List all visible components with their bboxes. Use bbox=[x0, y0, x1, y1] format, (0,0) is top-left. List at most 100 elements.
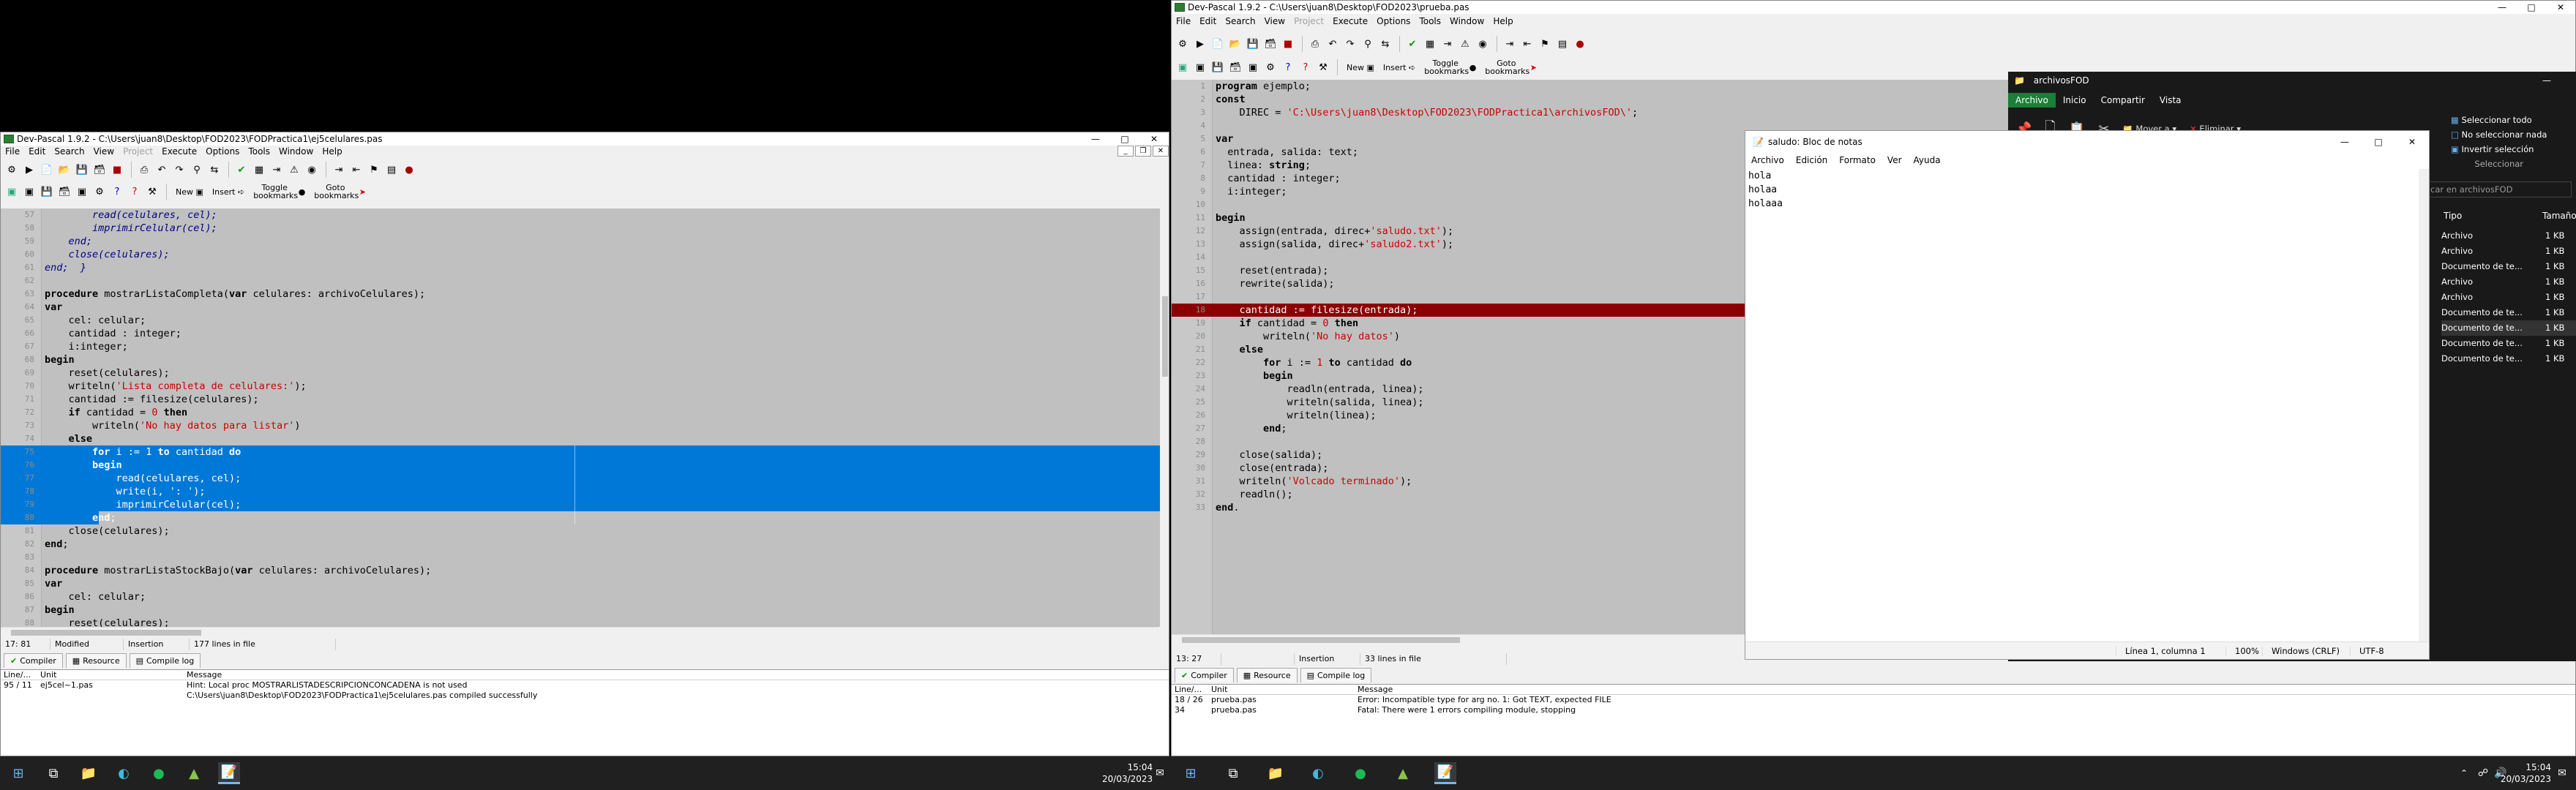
file-explorer-icon[interactable]: 📁 bbox=[78, 762, 100, 784]
settings-icon[interactable]: ⚙ bbox=[91, 184, 108, 200]
list-item[interactable]: Archivo 1 KB bbox=[2441, 274, 2576, 290]
indent-icon[interactable]: ⇥ bbox=[1502, 36, 1518, 52]
bookmark-icon[interactable]: ⚑ bbox=[366, 162, 382, 178]
insert-button[interactable]: Insert ➪ bbox=[212, 188, 244, 196]
list-item[interactable]: Archivo 1 KB bbox=[2441, 228, 2576, 244]
save-all-icon[interactable]: 🗃 bbox=[1227, 59, 1243, 75]
help-icon[interactable]: ? bbox=[1280, 59, 1296, 75]
message-row[interactable]: 95 / 11 ej5cel~1.pas Hint: Local proc MO… bbox=[1, 680, 1169, 691]
about-icon[interactable]: ? bbox=[1298, 59, 1314, 75]
tab-resource[interactable]: ▦ Resource bbox=[1236, 668, 1298, 682]
task-view-icon[interactable]: ⧉ bbox=[42, 762, 64, 784]
run-icon[interactable]: ▶ bbox=[21, 162, 37, 178]
find-icon[interactable]: ⚲ bbox=[189, 162, 205, 178]
debug-watch-icon[interactable]: ◉ bbox=[1475, 36, 1491, 52]
save-all-icon[interactable]: 🗃 bbox=[1262, 36, 1278, 52]
tools-icon[interactable]: ⚒ bbox=[144, 184, 160, 200]
ribbon-tab-archivo[interactable]: Archivo bbox=[2008, 93, 2056, 108]
menu-file[interactable]: File bbox=[1, 146, 24, 157]
find-icon[interactable]: ⚲ bbox=[1360, 36, 1376, 52]
undo-icon[interactable]: ↶ bbox=[1325, 36, 1341, 52]
menu-archivo[interactable]: Archivo bbox=[1745, 155, 1790, 165]
options-icon[interactable]: ▦ bbox=[251, 162, 267, 178]
notepad-text-area[interactable]: hola holaa holaaa bbox=[1748, 169, 1783, 211]
notification-icon[interactable]: ✉ bbox=[1149, 762, 1171, 784]
list-item[interactable]: Documento de te... 1 KB bbox=[2441, 320, 2576, 336]
menu-project[interactable]: Project bbox=[1289, 16, 1328, 26]
goto-line-icon[interactable]: ▤ bbox=[1554, 36, 1570, 52]
unindent-icon[interactable]: ⇤ bbox=[348, 162, 364, 178]
step-icon[interactable]: ⇥ bbox=[1439, 36, 1456, 52]
close-file-icon[interactable]: ■ bbox=[1280, 36, 1296, 52]
invert-selection-button[interactable]: ▣ Invertir selección bbox=[2451, 142, 2547, 157]
close-button[interactable]: ✕ bbox=[2546, 1, 2575, 14]
menu-ayuda[interactable]: Ayuda bbox=[1908, 155, 1947, 165]
save-icon[interactable]: 💾 bbox=[39, 184, 55, 200]
message-row[interactable]: 34 prueba.pas Fatal: There were 1 errors… bbox=[1172, 705, 2575, 715]
task-view-icon[interactable]: ⧉ bbox=[1222, 762, 1244, 784]
message-row[interactable]: 18 / 26 prueba.pas Error: Incompatible t… bbox=[1172, 695, 2575, 705]
save-icon[interactable]: 💾 bbox=[1245, 36, 1261, 52]
redo-icon[interactable]: ↷ bbox=[171, 162, 187, 178]
unindent-icon[interactable]: ⇤ bbox=[1519, 36, 1535, 52]
redo-icon[interactable]: ↷ bbox=[1342, 36, 1358, 52]
check-icon[interactable]: ✔ bbox=[233, 162, 250, 178]
close-button[interactable]: ✕ bbox=[1139, 132, 1169, 146]
menu-project[interactable]: Project bbox=[119, 146, 157, 157]
menu-edit[interactable]: Edit bbox=[24, 146, 50, 157]
open-file-icon[interactable]: 📂 bbox=[56, 162, 72, 178]
mdi-restore-button[interactable]: ❐ bbox=[1135, 146, 1151, 157]
notification-icon[interactable]: ✉ bbox=[2551, 762, 2573, 784]
ribbon-tab-vista[interactable]: Vista bbox=[2152, 93, 2189, 108]
minimize-button[interactable]: — bbox=[2328, 137, 2362, 147]
mdi-minimize-button[interactable]: _ bbox=[1117, 146, 1134, 157]
tab-compile-log[interactable]: ▤ Compile log bbox=[129, 653, 201, 668]
list-item[interactable]: Archivo 1 KB bbox=[2441, 244, 2576, 259]
options-icon[interactable]: ▣ bbox=[21, 184, 37, 200]
save-icon[interactable]: 💾 bbox=[74, 162, 90, 178]
menu-execute[interactable]: Execute bbox=[157, 146, 201, 157]
list-item[interactable]: Documento de te... 1 KB bbox=[2441, 259, 2576, 274]
horizontal-scrollbar[interactable] bbox=[1, 627, 1158, 637]
menu-formato[interactable]: Formato bbox=[1833, 155, 1882, 165]
minimize-button[interactable]: — bbox=[2487, 1, 2517, 14]
maximize-button[interactable]: □ bbox=[1110, 132, 1139, 146]
stop-icon[interactable]: ● bbox=[401, 162, 417, 178]
col-line[interactable]: Line/... bbox=[1, 670, 37, 680]
stop-icon[interactable]: ● bbox=[1572, 36, 1588, 52]
vertical-scrollbar[interactable] bbox=[2419, 169, 2429, 642]
edge-icon[interactable]: ◐ bbox=[1307, 762, 1329, 784]
close-file-icon[interactable]: ▣ bbox=[1245, 59, 1261, 75]
options-icon[interactable]: ▦ bbox=[1422, 36, 1438, 52]
step-icon[interactable]: ⇥ bbox=[269, 162, 285, 178]
debug-icon[interactable]: ⚠ bbox=[286, 162, 302, 178]
tools-icon[interactable]: ⚒ bbox=[1315, 59, 1331, 75]
menu-tools[interactable]: Tools bbox=[1415, 16, 1445, 26]
new-button[interactable]: New ▣ bbox=[176, 188, 203, 196]
col-unit[interactable]: Unit bbox=[1208, 685, 1355, 694]
print-icon[interactable]: ⎙ bbox=[136, 162, 152, 178]
list-item[interactable]: Documento de te... 1 KB bbox=[2441, 305, 2576, 320]
tab-compiler[interactable]: ✔ Compiler bbox=[1175, 668, 1234, 682]
save-icon[interactable]: 💾 bbox=[1210, 59, 1226, 75]
new-button[interactable]: New ▣ bbox=[1347, 64, 1374, 72]
devpascal-icon[interactable]: ▲ bbox=[183, 762, 205, 784]
edge-icon[interactable]: ◐ bbox=[113, 762, 135, 784]
menu-window[interactable]: Window bbox=[274, 146, 318, 157]
menu-options[interactable]: Options bbox=[201, 146, 244, 157]
ribbon-tab-compartir[interactable]: Compartir bbox=[2094, 93, 2152, 108]
goto-bookmarks-button[interactable]: Goto bookmarks ➤ bbox=[314, 184, 366, 200]
spotify-icon[interactable]: ● bbox=[1349, 762, 1371, 784]
close-file-icon[interactable]: ■ bbox=[109, 162, 125, 178]
debug-watch-icon[interactable]: ◉ bbox=[304, 162, 320, 178]
ribbon-tab-inicio[interactable]: Inicio bbox=[2056, 93, 2094, 108]
compile-icon[interactable]: ⚙ bbox=[4, 162, 20, 178]
open-file-icon[interactable]: 📂 bbox=[1227, 36, 1243, 52]
minimize-button[interactable]: — bbox=[1081, 132, 1110, 146]
project-icon[interactable]: ▣ bbox=[1175, 59, 1191, 75]
insert-button[interactable]: Insert ➪ bbox=[1383, 64, 1415, 72]
menu-help[interactable]: Help bbox=[318, 146, 346, 157]
list-item[interactable]: Documento de te... 1 KB bbox=[2441, 336, 2576, 351]
menu-search[interactable]: Search bbox=[50, 146, 89, 157]
options-icon[interactable]: ▣ bbox=[1192, 59, 1208, 75]
